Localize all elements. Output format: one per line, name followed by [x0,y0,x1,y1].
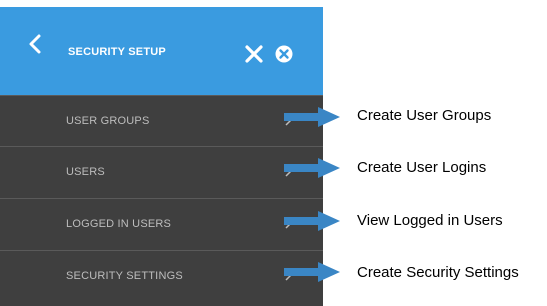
menu-item-label: USER GROUPS [66,115,150,127]
back-button[interactable] [22,29,50,59]
menu-item-user-groups[interactable]: USER GROUPS [0,95,323,146]
menu-item-label: USERS [66,166,105,178]
screenshot-stage: SECURITY SETUP USER GROUPS USERS LOGGED … [0,0,547,306]
close-button[interactable] [243,43,265,65]
annotation-arrow-icon [284,262,340,282]
annotation-text: Create User Groups [357,107,492,124]
close-icon [245,45,263,63]
chevron-left-icon [29,34,41,54]
annotation-arrow-icon [284,158,340,178]
close-circle-icon [275,45,293,63]
menu-item-security-settings[interactable]: SECURITY SETTINGS [0,250,323,301]
annotation-arrow-icon [284,107,340,127]
annotation-arrow-icon [284,211,340,231]
menu-item-logged-in-users[interactable]: LOGGED IN USERS [0,198,323,249]
annotation-text: Create User Logins [357,159,487,176]
panel-header: SECURITY SETUP [0,7,323,95]
annotation-text: Create Security Settings [357,264,519,281]
panel-top-strip [0,0,323,7]
menu-item-label: LOGGED IN USERS [66,218,172,230]
page-title: SECURITY SETUP [68,46,166,58]
menu-item-label: SECURITY SETTINGS [66,270,183,282]
security-setup-panel: SECURITY SETUP USER GROUPS USERS LOGGED … [0,0,323,306]
menu-item-users[interactable]: USERS [0,146,323,197]
annotation-text: View Logged in Users [357,212,503,229]
close-circle-button[interactable] [274,44,294,64]
